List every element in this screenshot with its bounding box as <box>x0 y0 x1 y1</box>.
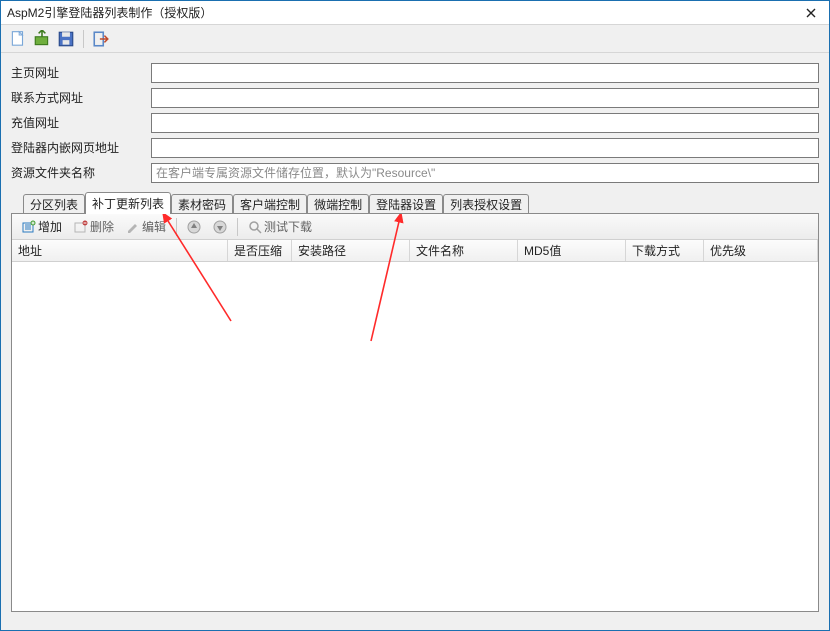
delete-button[interactable]: 删除 <box>70 216 118 238</box>
tab-material-password[interactable]: 素材密码 <box>171 194 233 214</box>
col-fname[interactable]: 文件名称 <box>410 240 518 261</box>
label-recharge-url: 充值网址 <box>11 114 151 131</box>
titlebar: AspM2引擎登陆器列表制作（授权版） <box>1 1 829 25</box>
edit-icon <box>126 220 140 234</box>
edit-button[interactable]: 编辑 <box>122 216 170 238</box>
exit-button[interactable] <box>92 30 110 48</box>
col-dlmode[interactable]: 下载方式 <box>626 240 704 261</box>
close-button[interactable] <box>799 4 823 22</box>
label-contact-url: 联系方式网址 <box>11 89 151 106</box>
test-download-button[interactable]: 测试下载 <box>244 216 316 238</box>
search-icon <box>248 220 262 234</box>
col-addr[interactable]: 地址 <box>12 240 228 261</box>
edit-label: 编辑 <box>142 218 166 235</box>
form-row-resfolder: 资源文件夹名称 <box>11 161 819 184</box>
delete-icon <box>74 220 88 234</box>
add-button[interactable]: 增加 <box>18 216 66 238</box>
add-icon <box>22 220 36 234</box>
move-up-button[interactable] <box>183 216 205 238</box>
app-window: AspM2引擎登陆器列表制作（授权版） <box>0 0 830 631</box>
arrow-up-icon <box>187 220 201 234</box>
input-home-url[interactable] <box>151 63 819 83</box>
label-home-url: 主页网址 <box>11 64 151 81</box>
tabbar: 分区列表 补丁更新列表 素材密码 客户端控制 微端控制 登陆器设置 列表授权设置 <box>1 192 829 214</box>
save-icon <box>57 30 75 48</box>
label-res-folder: 资源文件夹名称 <box>11 164 151 181</box>
tab-micro-control[interactable]: 微端控制 <box>307 194 369 214</box>
move-down-button[interactable] <box>209 216 231 238</box>
save-button[interactable] <box>57 30 75 48</box>
new-file-icon <box>9 30 27 48</box>
tab-patch-update-list[interactable]: 补丁更新列表 <box>85 192 171 214</box>
exit-icon <box>92 30 110 48</box>
input-res-folder[interactable] <box>151 163 819 183</box>
new-button[interactable] <box>9 30 27 48</box>
tab-launcher-settings[interactable]: 登陆器设置 <box>369 194 443 214</box>
open-button[interactable] <box>33 30 51 48</box>
add-label: 增加 <box>38 218 62 235</box>
form-row-embed: 登陆器内嵌网页地址 <box>11 136 819 159</box>
toolbar-separator <box>83 30 84 48</box>
close-icon <box>806 8 816 18</box>
input-embed-url[interactable] <box>151 138 819 158</box>
tab-content: 增加 删除 编辑 <box>11 214 819 612</box>
form-row-home: 主页网址 <box>11 61 819 84</box>
input-contact-url[interactable] <box>151 88 819 108</box>
main-toolbar <box>1 25 829 53</box>
tab-client-control[interactable]: 客户端控制 <box>233 194 307 214</box>
form-row-recharge: 充值网址 <box>11 111 819 134</box>
input-recharge-url[interactable] <box>151 113 819 133</box>
form-area: 主页网址 联系方式网址 充值网址 登陆器内嵌网页地址 资源文件夹名称 <box>1 53 829 192</box>
grid-header: 地址 是否压缩 安装路径 文件名称 MD5值 下载方式 优先级 <box>12 240 818 262</box>
tab-partition-list[interactable]: 分区列表 <box>23 194 85 214</box>
tab-list-auth-settings[interactable]: 列表授权设置 <box>443 194 529 214</box>
open-icon <box>33 30 51 48</box>
arrow-down-icon <box>213 220 227 234</box>
sub-separator-2 <box>237 218 238 236</box>
form-row-contact: 联系方式网址 <box>11 86 819 109</box>
col-md5[interactable]: MD5值 <box>518 240 626 261</box>
col-install[interactable]: 安装路径 <box>292 240 410 261</box>
test-download-label: 测试下载 <box>264 218 312 235</box>
window-title: AspM2引擎登陆器列表制作（授权版） <box>7 4 799 21</box>
grid-body[interactable] <box>12 262 818 611</box>
sub-separator-1 <box>176 218 177 236</box>
delete-label: 删除 <box>90 218 114 235</box>
sub-toolbar: 增加 删除 编辑 <box>12 214 818 240</box>
col-compress[interactable]: 是否压缩 <box>228 240 292 261</box>
col-prio[interactable]: 优先级 <box>704 240 818 261</box>
label-embed-url: 登陆器内嵌网页地址 <box>11 139 151 156</box>
